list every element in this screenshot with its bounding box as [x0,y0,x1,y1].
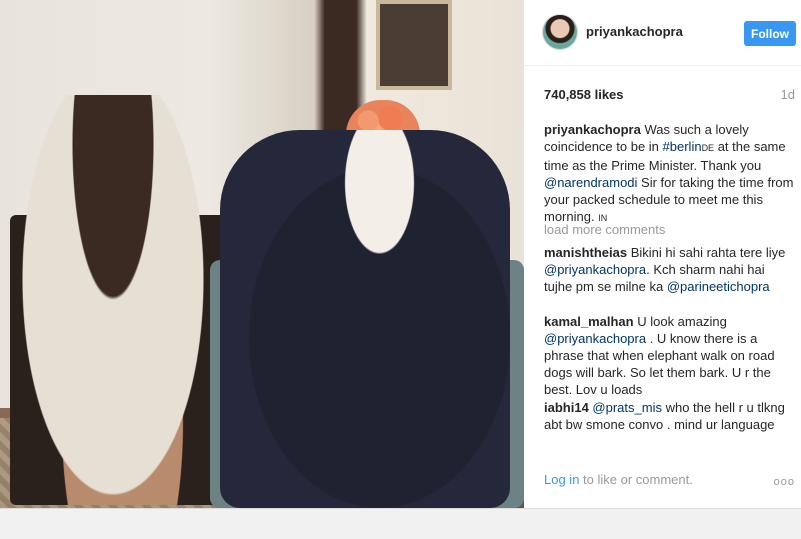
username[interactable]: priyankachopra [586,24,683,39]
comment-author[interactable]: manishtheias [544,245,627,260]
hashtag-link[interactable]: #berlin [663,139,702,154]
comment-author[interactable]: kamal_malhan [544,314,634,329]
post-header: priyankachopra Follow [524,0,801,66]
comment-text: Bikini hi sahi rahta tere liye [627,245,786,260]
photo-person-left [18,95,208,505]
comment-mention[interactable]: @priyankachopra [544,262,646,277]
comment: iabhi14 @prats_mis who the hell r u tlkn… [544,399,794,433]
post-side-panel: priyankachopra Follow 740,858 likes 1d p… [524,0,801,508]
follow-button[interactable]: Follow [744,21,796,46]
flag-de: DE [701,143,715,153]
photo-painting [376,0,452,90]
likes-count[interactable]: 740,858 likes [544,87,624,102]
comment-author[interactable]: iabhi14 [544,400,589,415]
more-options-icon[interactable]: ooo [774,476,795,488]
bottom-bar [0,508,801,539]
comment-mention-2[interactable]: @parineetichopra [667,279,770,294]
caption: priyankachopra Was such a lovely coincid… [544,121,794,227]
post-age[interactable]: 1d [781,87,795,102]
login-prompt: Log in to like or comment. [544,472,693,487]
comment-mention[interactable]: @prats_mis [592,400,662,415]
login-link[interactable]: Log in [544,472,579,487]
caption-author[interactable]: priyankachopra [544,122,641,137]
load-more-comments[interactable]: load more comments [544,222,665,237]
mention-link[interactable]: @narendramodi [544,175,637,190]
comment-text: U look amazing [633,314,727,329]
login-text: to like or comment. [579,472,693,487]
photo-person-right [220,130,510,508]
comment: kamal_malhan U look amazing @priyankacho… [544,313,794,398]
post-photo[interactable] [0,0,524,508]
avatar[interactable] [542,14,578,50]
comment: manishtheias Bikini hi sahi rahta tere l… [544,244,794,295]
comment-mention[interactable]: @priyankachopra [544,331,646,346]
